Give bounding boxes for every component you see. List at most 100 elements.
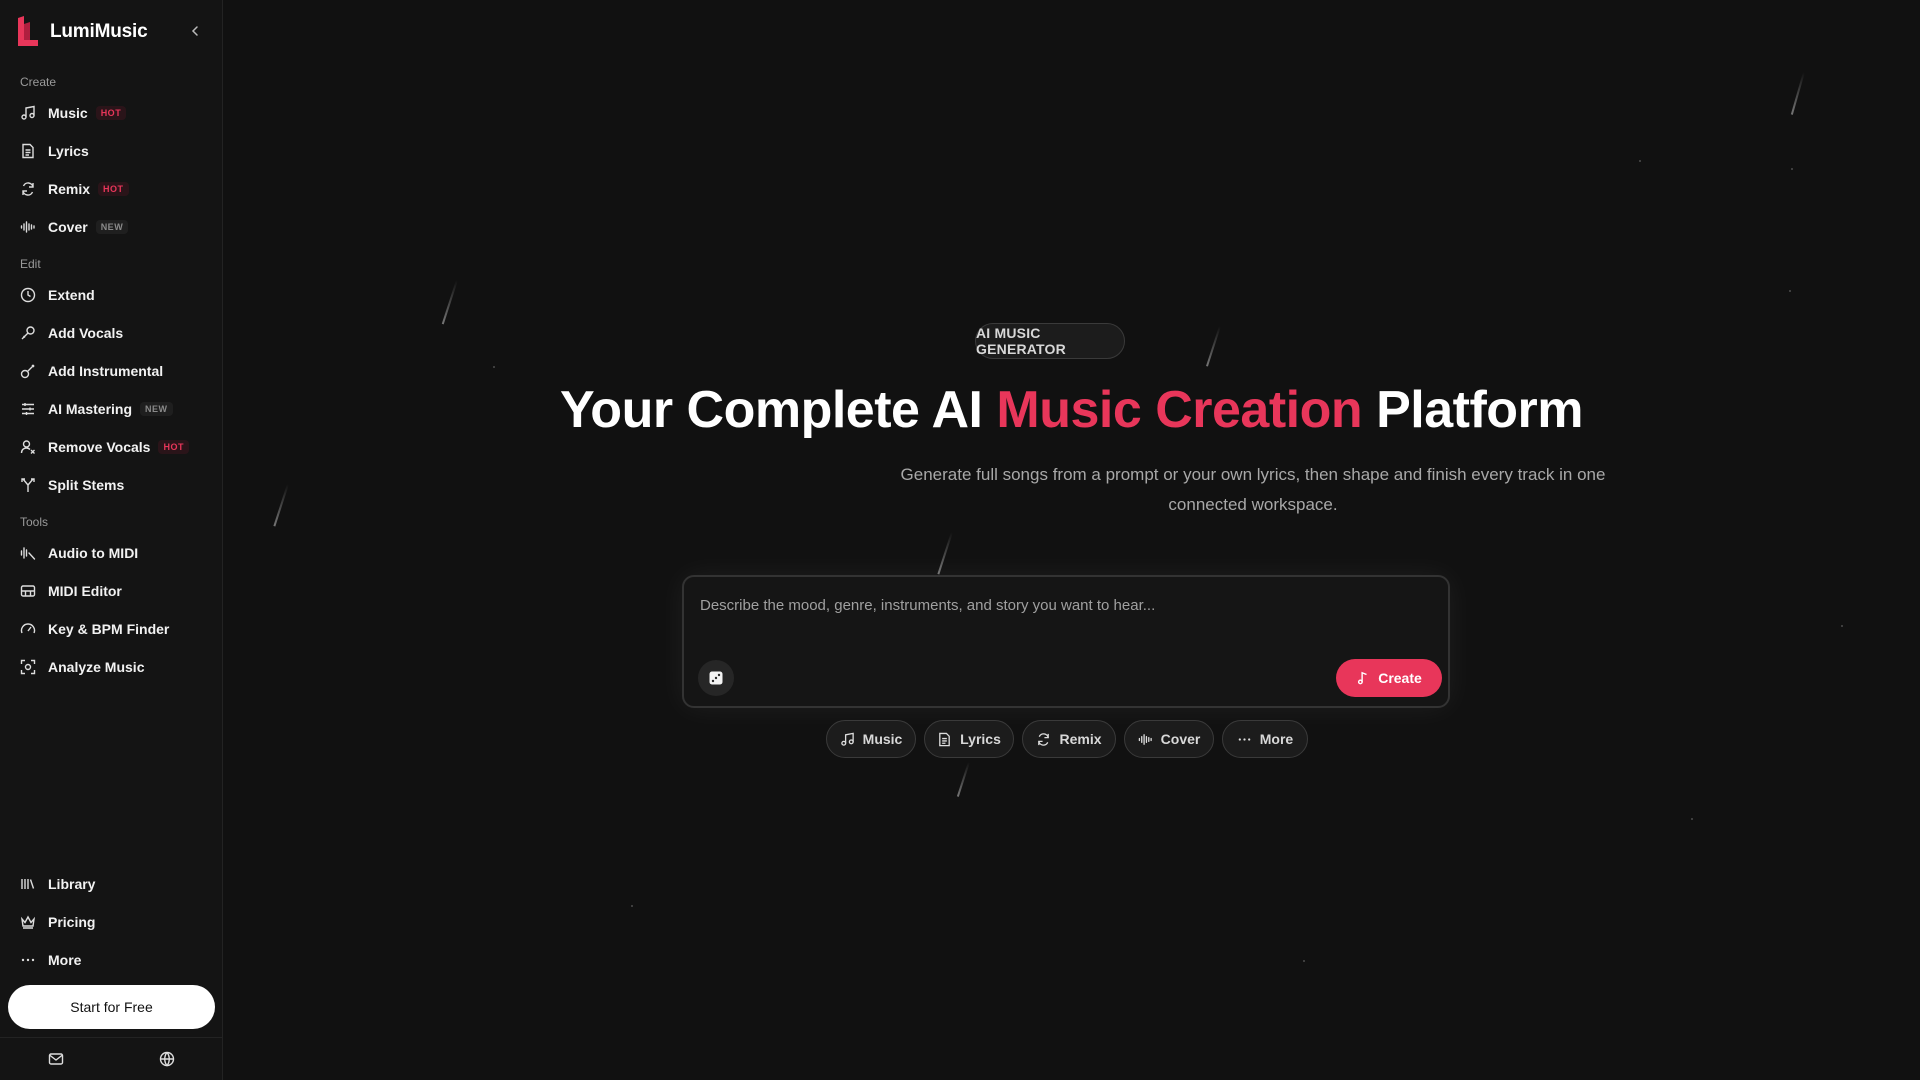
split-icon — [20, 477, 36, 493]
sidebar-item-music[interactable]: Music HOT — [8, 96, 214, 130]
sidebar-item-label: Music — [48, 105, 88, 121]
clock-icon — [20, 287, 36, 303]
microphone-icon — [20, 325, 36, 341]
sidebar-item-label: Audio to MIDI — [48, 545, 139, 561]
chip-more[interactable]: More — [1222, 720, 1308, 758]
sidebar-item-label: AI Mastering — [48, 401, 133, 417]
waveform-icon — [1138, 733, 1152, 745]
sidebar-item-label: Cover — [48, 219, 88, 235]
guitar-icon — [20, 363, 36, 379]
sidebar-item-label: Add Vocals — [48, 325, 124, 341]
hot-badge: HOT — [158, 440, 189, 454]
sidebar-item-label: More — [48, 952, 82, 968]
chip-label: Cover — [1160, 731, 1201, 747]
sidebar-item-lyrics[interactable]: Lyrics — [8, 134, 214, 168]
chip-label: More — [1259, 731, 1294, 747]
sidebar-item-label: Pricing — [48, 914, 96, 930]
star-dot — [1303, 960, 1305, 962]
chevron-left-icon — [191, 26, 198, 36]
meteor-streak — [273, 484, 289, 527]
sidebar-item-split-stems[interactable]: Split Stems — [8, 468, 214, 502]
refresh-icon — [20, 181, 36, 197]
star-dot — [493, 366, 495, 368]
hot-badge: HOT — [98, 182, 129, 196]
mail-icon[interactable] — [47, 1050, 65, 1068]
sidebar-item-label: Library — [48, 876, 96, 892]
hero-title-part2: Platform — [1362, 381, 1584, 439]
hero-title-part1: Your Complete AI — [559, 381, 997, 439]
document-icon — [939, 732, 950, 746]
dots-icon — [1238, 737, 1251, 741]
create-button-label: Create — [1378, 670, 1422, 686]
chip-music[interactable]: Music — [826, 720, 916, 758]
sidebar-item-label: Extend — [48, 287, 95, 303]
sidebar-item-remix[interactable]: Remix HOT — [8, 172, 214, 206]
document-icon — [20, 143, 36, 159]
chip-cover[interactable]: Cover — [1124, 720, 1214, 758]
sidebar-item-key-bpm-finder[interactable]: Key & BPM Finder — [8, 612, 214, 646]
sidebar-item-audio-to-midi[interactable]: Audio to MIDI — [8, 536, 214, 570]
section-label-tools: Tools — [20, 515, 49, 529]
main-content: AI MUSIC GENERATOR Your Complete AI Musi… — [223, 0, 1920, 1080]
piano-icon — [20, 583, 36, 599]
chip-label: Music — [862, 731, 903, 747]
chip-label: Lyrics — [960, 731, 1001, 747]
hero-subtitle: Generate full songs from a prompt or you… — [900, 465, 1606, 514]
music-note-icon — [840, 732, 854, 746]
sidebar-item-analyze-music[interactable]: Analyze Music — [8, 650, 214, 684]
library-icon — [20, 876, 36, 892]
chip-lyrics[interactable]: Lyrics — [924, 720, 1014, 758]
sidebar-item-label: Analyze Music — [48, 659, 145, 675]
audio-midi-icon — [20, 545, 36, 561]
prompt-input[interactable] — [700, 593, 1420, 617]
hero-title: Your Complete AI Music Creation Platform — [223, 378, 1920, 442]
meteor-streak — [1790, 72, 1805, 115]
sidebar-item-ai-mastering[interactable]: AI Mastering NEW — [8, 392, 214, 426]
waveform-icon — [20, 219, 36, 235]
sidebar: LumiMusic Create Music HOT Lyrics Remix … — [0, 0, 223, 1080]
start-for-free-button[interactable]: Start for Free — [8, 985, 215, 1029]
hot-badge: HOT — [95, 106, 127, 120]
hero-title-accent: Music Creation — [996, 381, 1363, 439]
sidebar-item-midi-editor[interactable]: MIDI Editor — [8, 574, 214, 608]
meteor-streak — [937, 532, 953, 575]
sidebar-item-remove-vocals[interactable]: Remove Vocals HOT — [8, 430, 214, 464]
sidebar-item-label: Remix — [48, 181, 91, 197]
star-dot — [1639, 160, 1641, 162]
new-badge: NEW — [140, 402, 173, 416]
hero-tag: AI MUSIC GENERATOR — [975, 323, 1125, 359]
sidebar-item-cover[interactable]: Cover NEW — [8, 210, 214, 244]
star-dot — [1789, 290, 1791, 292]
sidebar-item-label: Lyrics — [48, 143, 89, 159]
globe-icon[interactable] — [158, 1050, 176, 1068]
music-note-icon — [1358, 671, 1367, 685]
chip-remix[interactable]: Remix — [1022, 720, 1116, 758]
sidebar-item-add-vocals[interactable]: Add Vocals — [8, 316, 214, 350]
sidebar-item-label: MIDI Editor — [48, 583, 122, 599]
sidebar-item-label: Remove Vocals — [48, 439, 151, 455]
meteor-streak — [441, 280, 458, 325]
collapse-sidebar-button[interactable] — [186, 22, 204, 40]
meteor-streak — [956, 762, 970, 797]
create-button[interactable]: Create — [1336, 659, 1442, 697]
user-remove-icon — [20, 439, 36, 455]
section-label-edit: Edit — [20, 257, 41, 271]
star-dot — [1791, 168, 1793, 170]
sidebar-item-pricing[interactable]: Pricing — [8, 905, 214, 939]
meteor-streak — [1206, 326, 1221, 367]
sidebar-item-label: Add Instrumental — [48, 363, 164, 379]
random-prompt-button[interactable] — [698, 660, 734, 696]
sidebar-item-more[interactable]: More — [8, 943, 214, 977]
dots-icon — [20, 952, 36, 968]
star-dot — [1691, 818, 1693, 820]
sliders-icon — [20, 401, 36, 417]
music-note-icon — [20, 105, 36, 121]
sidebar-item-add-instrumental[interactable]: Add Instrumental — [8, 354, 214, 388]
crown-icon — [20, 914, 36, 930]
sidebar-item-extend[interactable]: Extend — [8, 278, 214, 312]
sidebar-item-library[interactable]: Library — [8, 867, 214, 901]
sidebar-item-label: Split Stems — [48, 477, 125, 493]
brand[interactable]: LumiMusic — [16, 16, 148, 48]
sidebar-footer — [0, 1037, 222, 1080]
prompt-box: Create — [682, 575, 1450, 708]
